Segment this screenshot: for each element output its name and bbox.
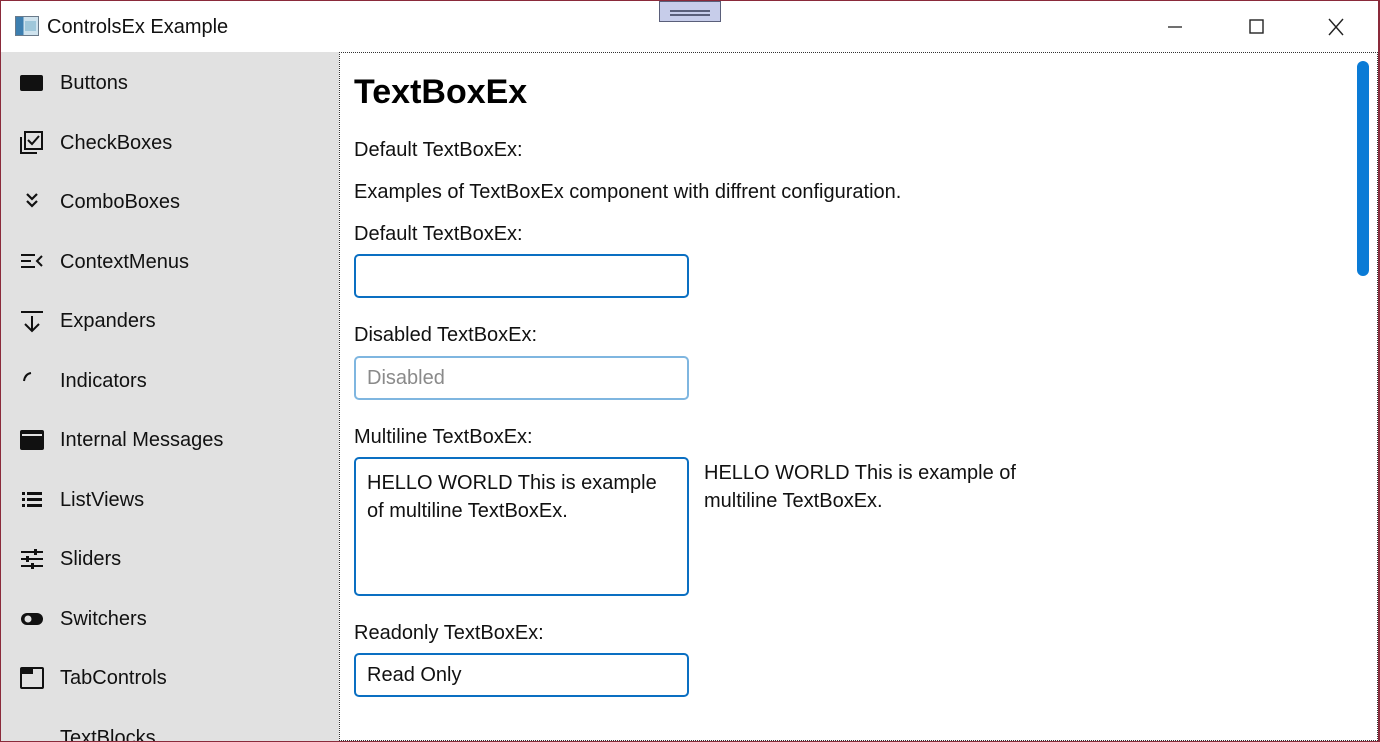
tab-icon: [20, 667, 44, 689]
app-window: ControlsEx Example Buttons CheckBoxes Co…: [1, 1, 1378, 741]
sidebar-item-checkboxes[interactable]: CheckBoxes: [1, 113, 339, 173]
sidebar-item-buttons[interactable]: Buttons: [1, 53, 339, 113]
readonly-textbox[interactable]: Read Only: [354, 653, 689, 697]
page-title: TextBoxEx: [354, 73, 528, 111]
sidebar-item-internal-messages[interactable]: Internal Messages: [1, 410, 339, 470]
disabled-textbox-label: Disabled TextBoxEx:: [354, 324, 538, 346]
toggle-icon: [21, 612, 43, 625]
page-description: Examples of TextBoxEx component with dif…: [354, 181, 902, 203]
sidebar-item-indicators[interactable]: Indicators: [1, 351, 339, 411]
window-title: ControlsEx Example: [47, 16, 229, 38]
sidebar-item-listviews[interactable]: ListViews: [1, 470, 339, 530]
button-icon: [20, 75, 43, 91]
message-icon: [20, 430, 44, 450]
progress-arc-icon: [23, 371, 32, 381]
sliders-icon: [21, 549, 43, 569]
close-icon: [1328, 18, 1344, 36]
sidebar-item-label: TabControls: [60, 667, 167, 689]
minimize-button[interactable]: [1136, 1, 1216, 52]
drag-handle-icon[interactable]: [659, 1, 721, 22]
sidebar-item-label: Internal Messages: [60, 429, 224, 451]
sidebar-item-label: TextBlocks: [60, 726, 156, 742]
sidebar-item-label: ComboBoxes: [60, 191, 181, 213]
sidebar-item-textblocks[interactable]: TextBlocks: [1, 708, 339, 742]
sidebar-item-label: CheckBoxes: [60, 131, 173, 154]
vertical-scrollbar-thumb[interactable]: [1357, 61, 1369, 276]
context-menu-icon: [21, 253, 43, 268]
sidebar-item-label: Sliders: [60, 548, 122, 570]
disabled-textbox: Disabled: [354, 356, 689, 400]
multiline-mirror-text: HELLO WORLD This is example of multiline…: [704, 462, 1016, 512]
readonly-textbox-label: Readonly TextBoxEx:: [354, 622, 544, 644]
expander-icon: [21, 311, 43, 333]
checkboxes-icon: [20, 130, 43, 154]
sidebar-item-expanders[interactable]: Expanders: [1, 291, 339, 351]
multiline-textbox-label: Multiline TextBoxEx:: [354, 426, 533, 448]
sidebar-item-label: Indicators: [60, 369, 147, 392]
maximize-button[interactable]: [1217, 1, 1297, 52]
sidebar-item-tabcontrols[interactable]: TabControls: [1, 648, 339, 708]
sidebar-item-label: Buttons: [60, 72, 128, 94]
sidebar-nav: Buttons CheckBoxes ComboBoxes ContextMen…: [1, 52, 339, 741]
maximize-icon: [1249, 19, 1264, 34]
multiline-textbox[interactable]: HELLO WORLD This is example of multiline…: [354, 457, 689, 596]
page-subtitle: Default TextBoxEx:: [354, 139, 523, 161]
chevron-double-down-icon: [26, 193, 38, 208]
default-textbox-label: Default TextBoxEx:: [354, 223, 523, 245]
sidebar-item-label: Switchers: [60, 607, 147, 630]
sidebar-item-switchers[interactable]: Switchers: [1, 589, 339, 649]
sidebar-item-sliders[interactable]: Sliders: [1, 529, 339, 589]
sidebar-item-comboboxes[interactable]: ComboBoxes: [1, 172, 339, 232]
close-button[interactable]: [1297, 1, 1377, 52]
list-icon: [22, 491, 42, 507]
sidebar-item-label: ListViews: [60, 488, 145, 511]
sidebar-item-label: ContextMenus: [60, 250, 189, 273]
sidebar-item-label: Expanders: [60, 310, 156, 332]
main-content[interactable]: TextBoxEx Default TextBoxEx: Examples of…: [339, 52, 1378, 741]
sidebar-item-contextmenus[interactable]: ContextMenus: [1, 232, 339, 292]
default-textbox[interactable]: [354, 254, 689, 298]
text-lines-icon: [19, 726, 45, 742]
title-bar[interactable]: ControlsEx Example: [1, 1, 1378, 52]
app-icon: [15, 16, 39, 36]
minimize-icon: [1168, 26, 1182, 28]
